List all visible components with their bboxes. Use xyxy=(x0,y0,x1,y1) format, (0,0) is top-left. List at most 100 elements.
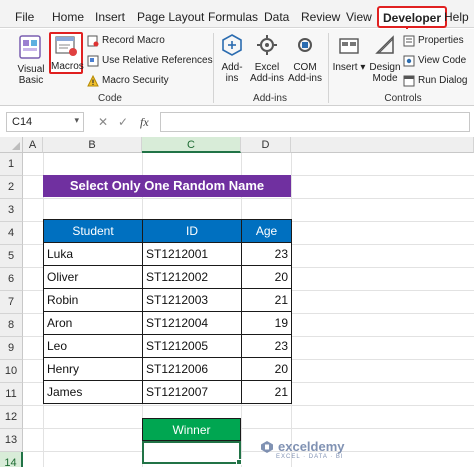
macro-security-button[interactable]: Macro Security xyxy=(87,75,169,87)
student-name-cell[interactable]: Oliver xyxy=(43,265,143,289)
properties-label: Properties xyxy=(418,35,464,46)
student-name-cell[interactable]: Robin xyxy=(43,288,143,312)
student-id-cell[interactable]: ST1212004 xyxy=(142,311,242,335)
table-row: Aron ST1212004 19 xyxy=(43,311,292,335)
tab-review[interactable]: Review xyxy=(301,10,340,24)
header-student[interactable]: Student xyxy=(43,219,143,243)
add-ins-label: Add-ins xyxy=(221,62,243,84)
header-id[interactable]: ID xyxy=(142,219,242,243)
student-age-cell[interactable]: 23 xyxy=(241,242,292,266)
tab-file[interactable]: File xyxy=(15,10,34,24)
gridline xyxy=(23,428,474,429)
fill-handle[interactable] xyxy=(236,459,242,465)
visual-basic-button[interactable]: Visual Basic xyxy=(14,33,48,86)
add-ins-icon xyxy=(222,34,242,56)
use-relative-references-button[interactable]: Use Relative References xyxy=(87,55,213,67)
student-age-cell[interactable]: 20 xyxy=(241,357,292,381)
chevron-down-icon[interactable]: ▾ xyxy=(74,115,79,126)
column-header-d[interactable]: D xyxy=(241,137,291,153)
tab-home[interactable]: Home xyxy=(52,10,84,24)
formula-input[interactable] xyxy=(160,112,470,132)
column-header-b[interactable]: B xyxy=(43,137,142,153)
row-header-4[interactable]: 4 xyxy=(0,222,23,245)
row-header-11[interactable]: 11 xyxy=(0,383,23,406)
watermark-name: exceldemy xyxy=(278,439,345,454)
com-add-ins-icon xyxy=(298,38,312,52)
row-header-14[interactable]: 14 xyxy=(0,452,23,467)
name-box[interactable]: C14 ▾ xyxy=(6,112,84,132)
student-id-cell[interactable]: ST1212007 xyxy=(142,380,242,404)
exceldemy-logo-icon xyxy=(261,440,273,453)
table-row: Leo ST1212005 23 xyxy=(43,334,292,358)
formula-bar: C14 ▾ ✕ ✓ fx xyxy=(0,110,474,134)
row-header-6[interactable]: 6 xyxy=(0,268,23,291)
toolbox-icon xyxy=(339,38,359,54)
enter-icon[interactable]: ✓ xyxy=(118,115,128,129)
student-name-cell[interactable]: Henry xyxy=(43,357,143,381)
select-all-button[interactable] xyxy=(0,137,23,153)
table-row: Oliver ST1212002 20 xyxy=(43,265,292,289)
student-name-cell[interactable]: Aron xyxy=(43,311,143,335)
column-header-c[interactable]: C xyxy=(142,137,241,153)
cancel-icon[interactable]: ✕ xyxy=(98,115,108,129)
header-age[interactable]: Age xyxy=(241,219,292,243)
design-mode-button[interactable]: Design Mode xyxy=(368,33,402,84)
tab-page-layout[interactable]: Page Layout xyxy=(137,10,204,24)
insert-function-icon[interactable]: fx xyxy=(140,115,149,130)
column-header-blank[interactable] xyxy=(291,137,474,153)
student-id-cell[interactable]: ST1212001 xyxy=(142,242,242,266)
macros-button[interactable]: Macros xyxy=(49,32,84,74)
name-box-value: C14 xyxy=(12,116,33,128)
tab-data[interactable]: Data xyxy=(264,10,289,24)
winner-cell[interactable] xyxy=(142,441,241,464)
use-relative-references-label: Use Relative References xyxy=(102,55,213,66)
excel-add-ins-button[interactable]: Excel Add-ins xyxy=(250,33,284,84)
student-age-cell[interactable]: 20 xyxy=(241,265,292,289)
student-name-cell[interactable]: James xyxy=(43,380,143,404)
student-age-cell[interactable]: 21 xyxy=(241,380,292,404)
row-header-5[interactable]: 5 xyxy=(0,245,23,268)
student-name-cell[interactable]: Luka xyxy=(43,242,143,266)
run-dialog-button[interactable]: Run Dialog xyxy=(403,75,467,87)
row-header-2[interactable]: 2 xyxy=(0,176,23,199)
student-age-cell[interactable]: 19 xyxy=(241,311,292,335)
table-row: Henry ST1212006 20 xyxy=(43,357,292,381)
controls-group-label: Controls xyxy=(384,93,422,104)
student-age-cell[interactable]: 21 xyxy=(241,288,292,312)
tab-formulas[interactable]: Formulas xyxy=(208,10,258,24)
com-add-ins-button[interactable]: COM Add-ins xyxy=(287,33,323,84)
worksheet-grid[interactable]: A B C D 1 2 3 4 5 6 7 8 9 10 11 12 13 14 Select Only … xyxy=(0,137,474,467)
row-header-7[interactable]: 7 xyxy=(0,291,23,314)
row-header-9[interactable]: 9 xyxy=(0,337,23,360)
student-id-cell[interactable]: ST1212005 xyxy=(142,334,242,358)
menu-bar: File Home Insert Page Layout Formulas Da… xyxy=(0,0,474,28)
student-name-cell[interactable]: Leo xyxy=(43,334,143,358)
record-macro-button[interactable]: Record Macro xyxy=(87,35,165,47)
student-id-cell[interactable]: ST1212006 xyxy=(142,357,242,381)
row-header-13[interactable]: 13 xyxy=(0,429,23,452)
row-header-12[interactable]: 12 xyxy=(0,406,23,429)
tab-developer[interactable]: Developer xyxy=(377,6,448,28)
view-code-icon xyxy=(403,55,415,67)
row-header-3[interactable]: 3 xyxy=(0,199,23,222)
tab-insert[interactable]: Insert xyxy=(95,10,125,24)
tab-view[interactable]: View xyxy=(346,10,372,24)
record-macro-label: Record Macro xyxy=(102,35,165,46)
insert-control-button[interactable]: Insert ▾ xyxy=(332,33,366,73)
add-ins-button[interactable]: Add-ins xyxy=(216,33,248,84)
column-header-a[interactable]: A xyxy=(23,137,43,153)
winner-header[interactable]: Winner xyxy=(142,418,241,441)
macros-label: Macros xyxy=(51,61,84,72)
student-id-cell[interactable]: ST1212003 xyxy=(142,288,242,312)
tab-help[interactable]: Help xyxy=(444,10,469,24)
row-header-1[interactable]: 1 xyxy=(0,153,23,176)
run-dialog-icon xyxy=(403,75,415,87)
student-id-cell[interactable]: ST1212002 xyxy=(142,265,242,289)
row-header-10[interactable]: 10 xyxy=(0,360,23,383)
view-code-button[interactable]: View Code xyxy=(403,55,466,67)
row-header-8[interactable]: 8 xyxy=(0,314,23,337)
student-age-cell[interactable]: 23 xyxy=(241,334,292,358)
properties-button[interactable]: Properties xyxy=(403,35,464,47)
gridline xyxy=(23,405,474,406)
sheet-title[interactable]: Select Only One Random Name xyxy=(43,175,291,197)
